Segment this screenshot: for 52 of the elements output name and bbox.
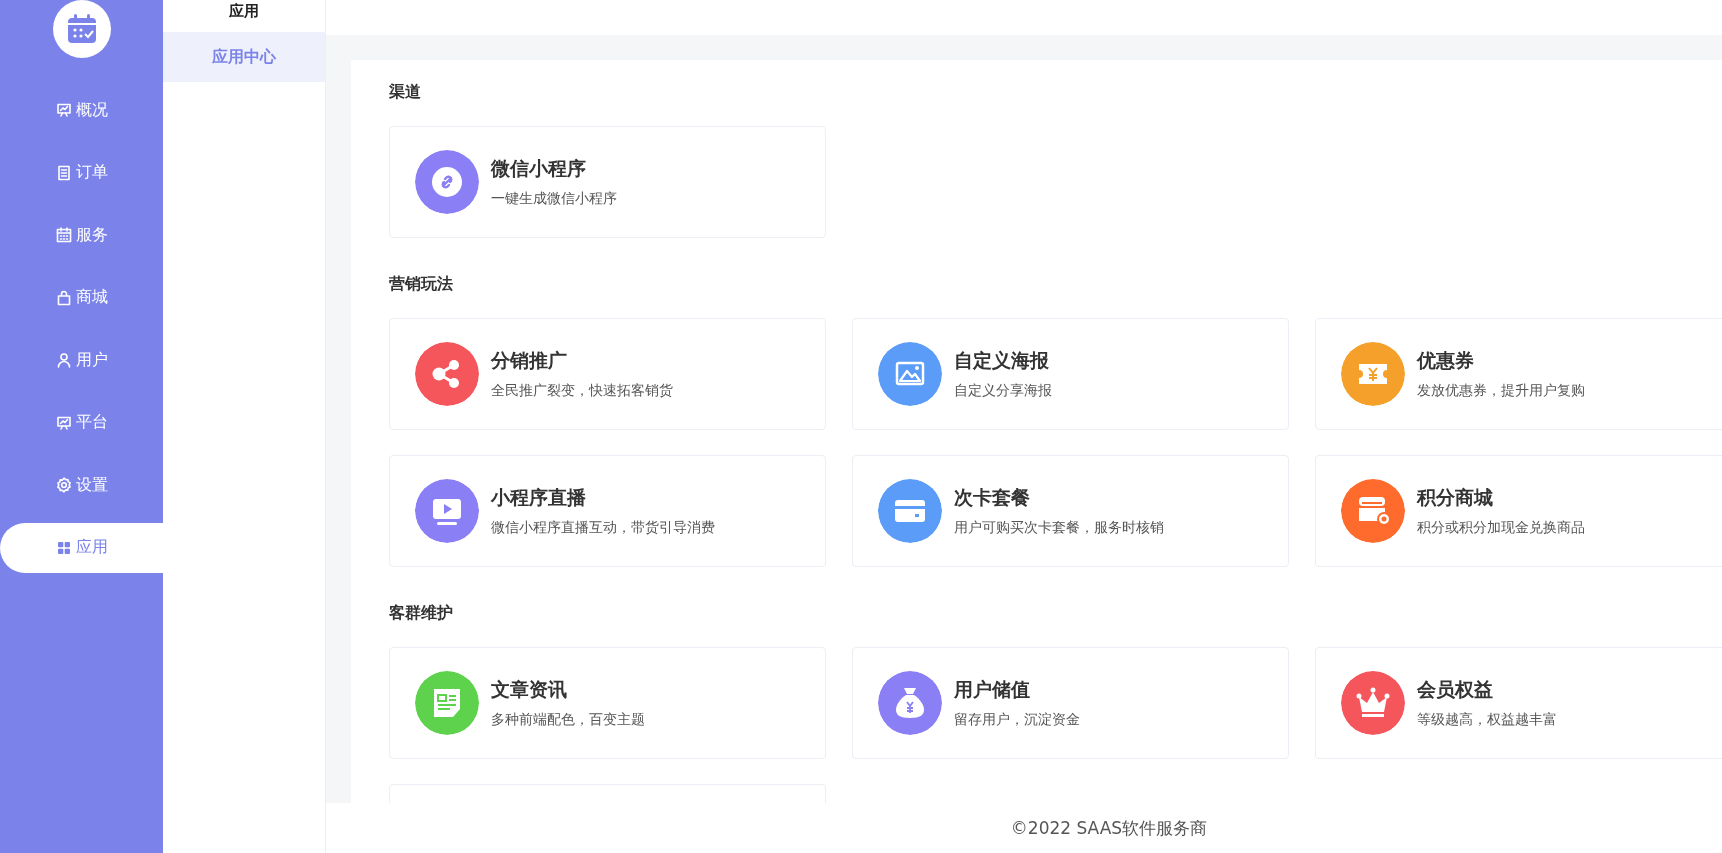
sidebar-item-label: 平台 bbox=[75, 412, 108, 433]
section-heading: 营销玩法 bbox=[389, 274, 454, 294]
app-name: 小程序直播 bbox=[491, 485, 587, 510]
calendar-icon bbox=[55, 227, 72, 243]
app-card[interactable]: 小程序直播 微信小程序直播互动，带货引导消费 bbox=[389, 455, 826, 567]
section-title: 应用 bbox=[229, 1, 259, 22]
app-description: 一键生成微信小程序 bbox=[491, 190, 617, 208]
app-name: 会员权益 bbox=[1417, 677, 1494, 702]
list-icon bbox=[55, 164, 72, 181]
shopping-bag-icon bbox=[55, 289, 72, 306]
app-description: 发放优惠券，提升用户复购 bbox=[1417, 382, 1585, 400]
app-name: 微信小程序 bbox=[491, 156, 587, 181]
app-description: 微信小程序直播互动，带货引导消费 bbox=[491, 519, 715, 537]
app-card[interactable]: 微信小程序 一键生成微信小程序 bbox=[389, 126, 826, 238]
app-description: 自定义分享海报 bbox=[954, 382, 1052, 400]
app-name: 积分商城 bbox=[1417, 485, 1494, 510]
sidebar-item-label: 设置 bbox=[75, 474, 108, 496]
app-name: 优惠券 bbox=[1417, 348, 1475, 373]
section-heading: 客群维护 bbox=[389, 603, 454, 623]
app-name: 分销推广 bbox=[491, 348, 568, 373]
app-name: 自定义海报 bbox=[954, 348, 1050, 373]
user-icon bbox=[55, 352, 72, 368]
app-card[interactable]: 优惠券 发放优惠券，提升用户复购 bbox=[1315, 318, 1722, 430]
section-heading: 渠道 bbox=[389, 82, 422, 102]
app-description: 多种前端配色，百变主题 bbox=[491, 711, 645, 729]
app-description: 积分或积分加现金兑换商品 bbox=[1417, 519, 1585, 537]
sidebar-item-label: 服务 bbox=[75, 224, 108, 246]
app-name: 次卡套餐 bbox=[954, 485, 1031, 510]
app-card[interactable]: 用户储值 留存用户，沉淀资金 bbox=[852, 647, 1289, 759]
app-card[interactable]: 积分商城 积分或积分加现金兑换商品 bbox=[1315, 455, 1722, 567]
app-name: 文章资讯 bbox=[491, 677, 568, 702]
app-description: 留存用户，沉淀资金 bbox=[954, 711, 1080, 729]
app-card[interactable]: 自定义海报 自定义分享海报 bbox=[852, 318, 1289, 430]
sidebar-item-label: 应用 bbox=[75, 537, 108, 558]
app-card[interactable]: 次卡套餐 用户可购买次卡套餐，服务时核销 bbox=[852, 455, 1289, 567]
sidebar-item[interactable]: 应用 bbox=[0, 522, 163, 573]
chart-board-icon bbox=[55, 102, 72, 118]
sidebar-item-label: 商城 bbox=[75, 287, 108, 308]
app-description: 全民推广裂变，快速拓客销货 bbox=[491, 382, 673, 400]
sidebar-item-label: 用户 bbox=[75, 349, 108, 371]
app-name: 用户储值 bbox=[954, 677, 1031, 702]
app-card[interactable]: 文章资讯 多种前端配色，百变主题 bbox=[389, 647, 826, 759]
app-description: 用户可购买次卡套餐，服务时核销 bbox=[954, 519, 1164, 537]
app-description: 等级越高，权益越丰富 bbox=[1417, 711, 1557, 729]
sidebar-item-label: 订单 bbox=[75, 162, 108, 183]
chart-board-icon bbox=[55, 414, 72, 431]
grid-icon bbox=[55, 539, 72, 556]
sidebar-item-label: 概况 bbox=[75, 99, 108, 121]
app-card[interactable]: 会员权益 等级越高，权益越丰富 bbox=[1315, 647, 1722, 759]
copyright-text: ©2022 SAAS软件服务商 bbox=[1010, 816, 1208, 840]
settings-icon bbox=[55, 477, 72, 493]
app-card[interactable]: 分销推广 全民推广裂变，快速拓客销货 bbox=[389, 318, 826, 430]
